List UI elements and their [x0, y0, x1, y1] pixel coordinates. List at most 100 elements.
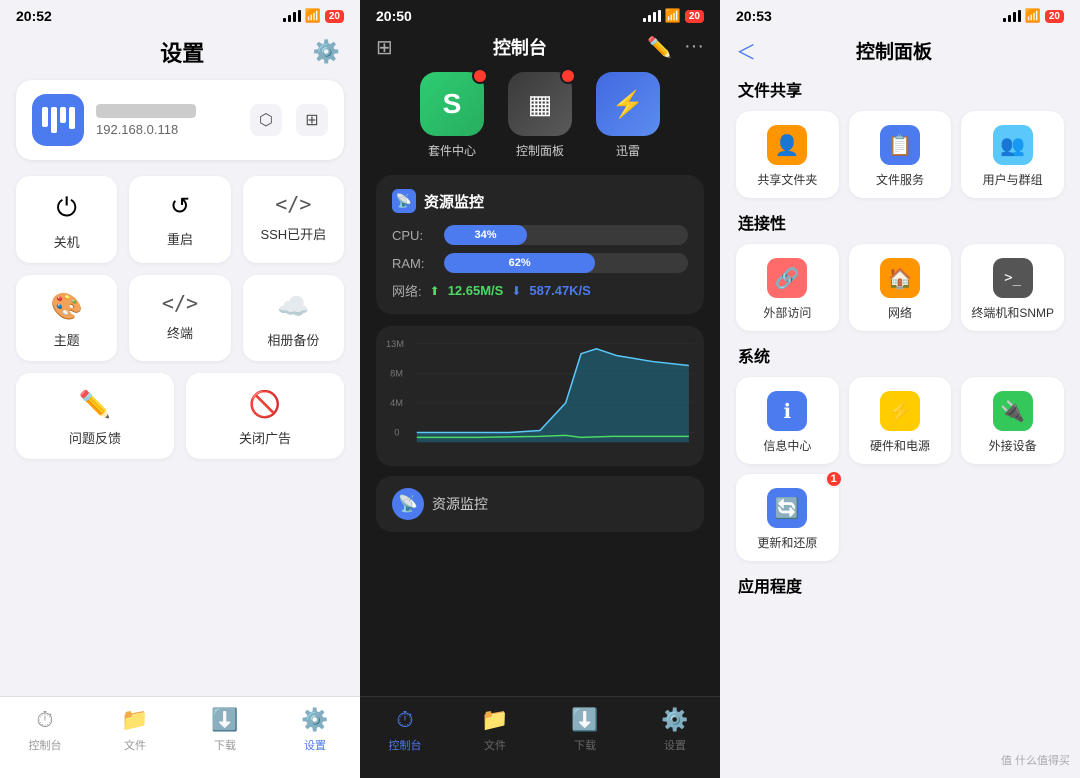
device-info: 192.168.0.118: [96, 104, 238, 137]
nav-dashboard-1[interactable]: ⏱ 控制台: [0, 707, 90, 753]
ram-label: RAM:: [392, 256, 434, 271]
edit-icon[interactable]: ✏️: [647, 35, 672, 60]
status-bar-2: 20:50 📶 20: [360, 0, 720, 28]
info-center-button[interactable]: ℹ 信息中心: [736, 377, 839, 464]
device-icon: [32, 94, 84, 146]
photos-backup-button[interactable]: ☁️ 相册备份: [243, 275, 344, 361]
signal-icon: [283, 10, 301, 22]
terminal-button[interactable]: </> 终端: [129, 275, 230, 361]
suite-badge: [472, 68, 488, 84]
ram-row: RAM: 62%: [392, 253, 688, 273]
file-service-button[interactable]: 📋 文件服务: [849, 111, 952, 198]
device-card[interactable]: 192.168.0.118 ⬡ ⊞: [16, 80, 344, 160]
suite-icon: S: [420, 72, 484, 136]
external-access-button[interactable]: 🔗 外部访问: [736, 244, 839, 331]
monitor-text: 资源监控: [432, 494, 488, 514]
device-ip: 192.168.0.118: [96, 122, 238, 137]
network-row: 网络: ⬆ 12.65M/S ⬇ 587.47K/S: [392, 281, 688, 300]
network-chart: 13M 8M 4M 0: [376, 326, 704, 466]
control-label: 控制面板: [516, 142, 564, 159]
resource-title-row: 📡 资源监控: [392, 189, 688, 213]
bottom-monitor-section: 📡 资源监控: [376, 476, 704, 532]
hardware-power-label: 硬件和电源: [870, 437, 930, 454]
network-button[interactable]: 🏠 网络: [849, 244, 952, 331]
dashboard-panel: 20:50 📶 20 ⊞ 控制台 ✏️ ··· S 套件中心: [360, 0, 720, 778]
control-panel-title: 控制面板: [764, 37, 1024, 64]
cloud-icon: ☁️: [277, 291, 309, 322]
settings-title: 设置: [52, 36, 313, 68]
gear-icon[interactable]: ⚙️: [313, 39, 340, 65]
grid-icon[interactable]: ⊞: [376, 35, 393, 60]
dashboard-title: 控制台: [493, 34, 547, 60]
nav-dashboard-2[interactable]: ⏱ 控制台: [360, 707, 450, 753]
ram-progress-bg: 62%: [444, 253, 688, 273]
update-restore-button[interactable]: 🔄 更新和还原 1: [736, 474, 839, 561]
terminal-snmp-button[interactable]: >_ 终端机和SNMP: [961, 244, 1064, 331]
status-bar-3: 20:53 📶 20: [720, 0, 1080, 28]
ssh-button[interactable]: </> SSH已开启: [243, 176, 344, 263]
network-icon: 🏠: [880, 258, 920, 298]
theme-label: 主题: [54, 330, 80, 349]
control-badge: [560, 68, 576, 84]
shared-folder-label: 共享文件夹: [757, 171, 817, 188]
export-button[interactable]: ⬡: [250, 104, 282, 136]
settings-icon-1: ⚙️: [301, 707, 328, 733]
nav-download-1[interactable]: ⬇️ 下载: [180, 707, 270, 753]
external-access-icon: 🔗: [767, 258, 807, 298]
wifi-icon-3: 📶: [1025, 8, 1041, 24]
no-ads-icon: 🚫: [249, 389, 281, 420]
system-title: 系统: [736, 343, 1064, 367]
terminal-icon: </>: [162, 291, 198, 315]
usb-devices-label: 外接设备: [989, 437, 1037, 454]
app-item-suite[interactable]: S 套件中心: [420, 72, 484, 159]
battery-badge-3: 20: [1045, 10, 1064, 23]
settings-panel: 20:52 📶 20 设置 ⚙️ 192.1: [0, 0, 360, 778]
nav-label-settings-1: 设置: [304, 737, 326, 753]
nav-download-2[interactable]: ⬇️ 下载: [540, 707, 630, 753]
control-icon: ▦: [508, 72, 572, 136]
menu-grid-row3: ✏️ 问题反馈 🚫 关闭广告: [16, 373, 344, 459]
theme-button[interactable]: 🎨 主题: [16, 275, 117, 361]
control-panel-header: ＜ 控制面板: [720, 28, 1080, 77]
net-down-value: 587.47K/S: [529, 283, 590, 298]
users-groups-button[interactable]: 👥 用户与群组: [961, 111, 1064, 198]
device-icon-bars: [42, 107, 75, 133]
hardware-power-button[interactable]: ⚡ 硬件和电源: [849, 377, 952, 464]
app-item-control[interactable]: ▦ 控制面板: [508, 72, 572, 159]
device-actions: ⬡ ⊞: [250, 104, 328, 136]
nav-settings-2[interactable]: ⚙️ 设置: [630, 707, 720, 753]
nav-settings-1[interactable]: ⚙️ 设置: [270, 707, 360, 753]
file-service-icon: 📋: [880, 125, 920, 165]
theme-icon: 🎨: [50, 291, 82, 322]
status-right-1: 📶 20: [283, 8, 344, 24]
nav-files-2[interactable]: 📁 文件: [450, 707, 540, 753]
app-item-xunlei[interactable]: ⚡ 迅雷: [596, 72, 660, 159]
update-restore-icon: 🔄: [767, 488, 807, 528]
system-section: 系统 ℹ 信息中心 ⚡ 硬件和电源 🔌: [736, 343, 1064, 561]
more-icon[interactable]: ···: [684, 35, 704, 60]
signal-icon-2: [643, 10, 661, 22]
qr-button[interactable]: ⊞: [296, 104, 328, 136]
nav-label-files-2: 文件: [484, 737, 506, 753]
ram-progress-fill: 62%: [444, 253, 595, 273]
monitor-icon: 📡: [392, 189, 416, 213]
feedback-label: 问题反馈: [69, 428, 121, 447]
nav-label-download-2: 下载: [574, 737, 596, 753]
cpu-progress-bg: 34%: [444, 225, 688, 245]
chart-upload-area: [417, 349, 689, 443]
usb-devices-button[interactable]: 🔌 外接设备: [961, 377, 1064, 464]
back-button[interactable]: ＜: [736, 36, 756, 65]
nav-label-settings-2: 设置: [664, 737, 686, 753]
reboot-button[interactable]: ↺ 重启: [129, 176, 230, 263]
battery-badge-2: 20: [685, 10, 704, 23]
shutdown-button[interactable]: ⏻ 关机: [16, 176, 117, 263]
download-icon-1: ⬇️: [211, 707, 238, 733]
users-groups-icon: 👥: [993, 125, 1033, 165]
nav-files-1[interactable]: 📁 文件: [90, 707, 180, 753]
xunlei-label: 迅雷: [616, 142, 640, 159]
dashboard-icon-2: ⏱: [396, 707, 413, 733]
close-ads-button[interactable]: 🚫 关闭广告: [186, 373, 344, 459]
shared-folder-button[interactable]: 👤 共享文件夹: [736, 111, 839, 198]
feedback-button[interactable]: ✏️ 问题反馈: [16, 373, 174, 459]
resource-title-text: 资源监控: [424, 191, 484, 212]
